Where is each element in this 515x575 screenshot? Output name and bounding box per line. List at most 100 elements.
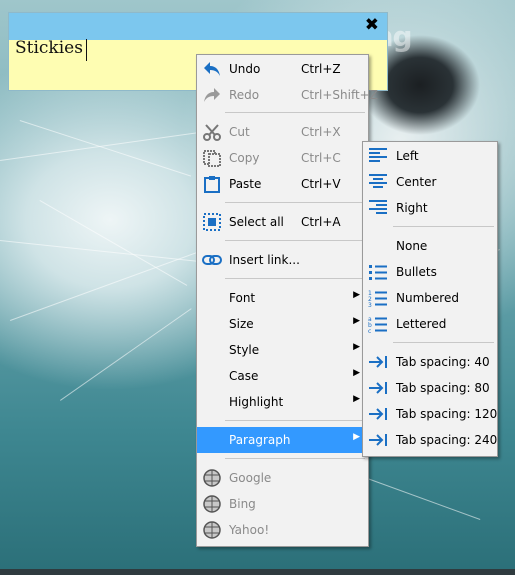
link-icon [202, 251, 222, 269]
submenu-arrow-icon: ▶ [353, 368, 360, 378]
menu-label: Highlight [229, 395, 284, 409]
submenu-arrow-icon: ▶ [353, 290, 360, 300]
tab-arrow-icon [368, 431, 388, 449]
submenu-item-lettered[interactable]: abc Lettered [363, 311, 497, 337]
menu-item-yahoo[interactable]: Yahoo! [197, 517, 368, 543]
select-all-icon [202, 213, 222, 231]
menu-label: None [396, 239, 428, 253]
submenu-item-tab-240[interactable]: Tab spacing: 240 [363, 427, 497, 453]
menu-label: Right [396, 201, 428, 215]
align-center-icon [368, 173, 388, 191]
svg-text:c: c [368, 328, 371, 333]
menu-label: Google [229, 471, 272, 485]
menu-item-style[interactable]: Style ▶ [197, 337, 368, 363]
submenu-item-left[interactable]: Left [363, 143, 497, 169]
numbered-list-icon: 123 [368, 289, 388, 307]
menu-separator [393, 342, 494, 343]
submenu-item-numbered[interactable]: 123 Numbered [363, 285, 497, 311]
lettered-list-icon: abc [368, 315, 388, 333]
tab-arrow-icon [368, 353, 388, 371]
submenu-item-tab-120[interactable]: Tab spacing: 120 [363, 401, 497, 427]
menu-label: Tab spacing: 240 [396, 433, 498, 447]
menu-item-insert-link[interactable]: Insert link... [197, 247, 368, 273]
submenu-item-bullets[interactable]: Bullets [363, 259, 497, 285]
menu-separator [225, 278, 365, 279]
tab-arrow-icon [368, 379, 388, 397]
copy-icon [202, 149, 222, 167]
search-globe-icon [202, 495, 222, 513]
menu-label: Font [229, 291, 256, 305]
submenu-item-tab-80[interactable]: Tab spacing: 80 [363, 375, 497, 401]
close-icon[interactable]: ✖ [365, 15, 379, 35]
menu-label: Size [229, 317, 254, 331]
submenu-item-tab-40[interactable]: Tab spacing: 40 [363, 349, 497, 375]
menu-label: Tab spacing: 40 [396, 355, 490, 369]
menu-separator [225, 420, 365, 421]
menu-separator [225, 112, 365, 113]
tab-arrow-icon [368, 405, 388, 423]
menu-shortcut: Ctrl+V [301, 177, 341, 191]
menu-label: Paragraph [229, 433, 291, 447]
submenu-arrow-icon: ▶ [353, 342, 360, 352]
search-globe-icon [202, 521, 222, 539]
menu-item-paragraph[interactable]: Paragraph ▶ [197, 427, 368, 453]
menu-label: Tab spacing: 80 [396, 381, 490, 395]
menu-separator [393, 226, 494, 227]
submenu-arrow-icon: ▶ [353, 394, 360, 404]
paragraph-submenu: Left Center Right None Bullets 123 Numbe… [362, 141, 498, 457]
menu-label: Select all [229, 215, 284, 229]
bullet-list-icon [368, 263, 388, 281]
submenu-item-right[interactable]: Right [363, 195, 497, 221]
search-globe-icon [202, 469, 222, 487]
menu-item-copy[interactable]: Copy Ctrl+C [197, 145, 368, 171]
menu-separator [225, 240, 365, 241]
menu-label: Copy [229, 151, 260, 165]
svg-text:3: 3 [368, 302, 372, 307]
submenu-item-none[interactable]: None [363, 233, 497, 259]
menu-label: Redo [229, 88, 260, 102]
menu-item-select-all[interactable]: Select all Ctrl+A [197, 209, 368, 235]
menu-label: Lettered [396, 317, 447, 331]
menu-shortcut: Ctrl+Shift+Z [301, 88, 378, 102]
menu-item-undo[interactable]: Undo Ctrl+Z [197, 56, 368, 82]
menu-label: Tab spacing: 120 [396, 407, 498, 421]
menu-item-highlight[interactable]: Highlight ▶ [197, 389, 368, 415]
menu-item-bing[interactable]: Bing [197, 491, 368, 517]
menu-label: Style [229, 343, 260, 357]
note-text[interactable]: Stickies [15, 38, 83, 58]
menu-item-cut[interactable]: Cut Ctrl+X [197, 119, 368, 145]
submenu-arrow-icon: ▶ [353, 316, 360, 326]
taskbar [0, 569, 515, 575]
submenu-arrow-icon: ▶ [353, 432, 360, 442]
menu-label: Insert link... [229, 253, 300, 267]
redo-icon [202, 86, 222, 104]
undo-icon [202, 60, 222, 78]
text-caret [86, 39, 87, 61]
menu-shortcut: Ctrl+C [301, 151, 341, 165]
menu-label: Yahoo! [229, 523, 270, 537]
menu-shortcut: Ctrl+A [301, 215, 341, 229]
align-right-icon [368, 199, 388, 217]
menu-item-size[interactable]: Size ▶ [197, 311, 368, 337]
menu-label: Numbered [396, 291, 459, 305]
menu-label: Bing [229, 497, 256, 511]
submenu-item-center[interactable]: Center [363, 169, 497, 195]
menu-separator [225, 458, 365, 459]
menu-item-case[interactable]: Case ▶ [197, 363, 368, 389]
menu-label: Left [396, 149, 419, 163]
note-title-bar[interactable]: ✖ [9, 13, 387, 40]
menu-item-font[interactable]: Font ▶ [197, 285, 368, 311]
menu-label: Center [396, 175, 437, 189]
scissors-icon [202, 123, 222, 141]
menu-label: Paste [229, 177, 262, 191]
menu-label: Case [229, 369, 259, 383]
menu-separator [225, 202, 365, 203]
menu-label: Bullets [396, 265, 437, 279]
menu-item-paste[interactable]: Paste Ctrl+V [197, 171, 368, 197]
context-menu: Undo Ctrl+Z Redo Ctrl+Shift+Z Cut Ctrl+X… [196, 54, 378, 547]
menu-item-redo[interactable]: Redo Ctrl+Shift+Z [197, 82, 378, 108]
menu-item-google[interactable]: Google [197, 465, 368, 491]
menu-shortcut: Ctrl+X [301, 125, 341, 139]
align-left-icon [368, 147, 388, 165]
menu-label: Undo [229, 62, 261, 76]
